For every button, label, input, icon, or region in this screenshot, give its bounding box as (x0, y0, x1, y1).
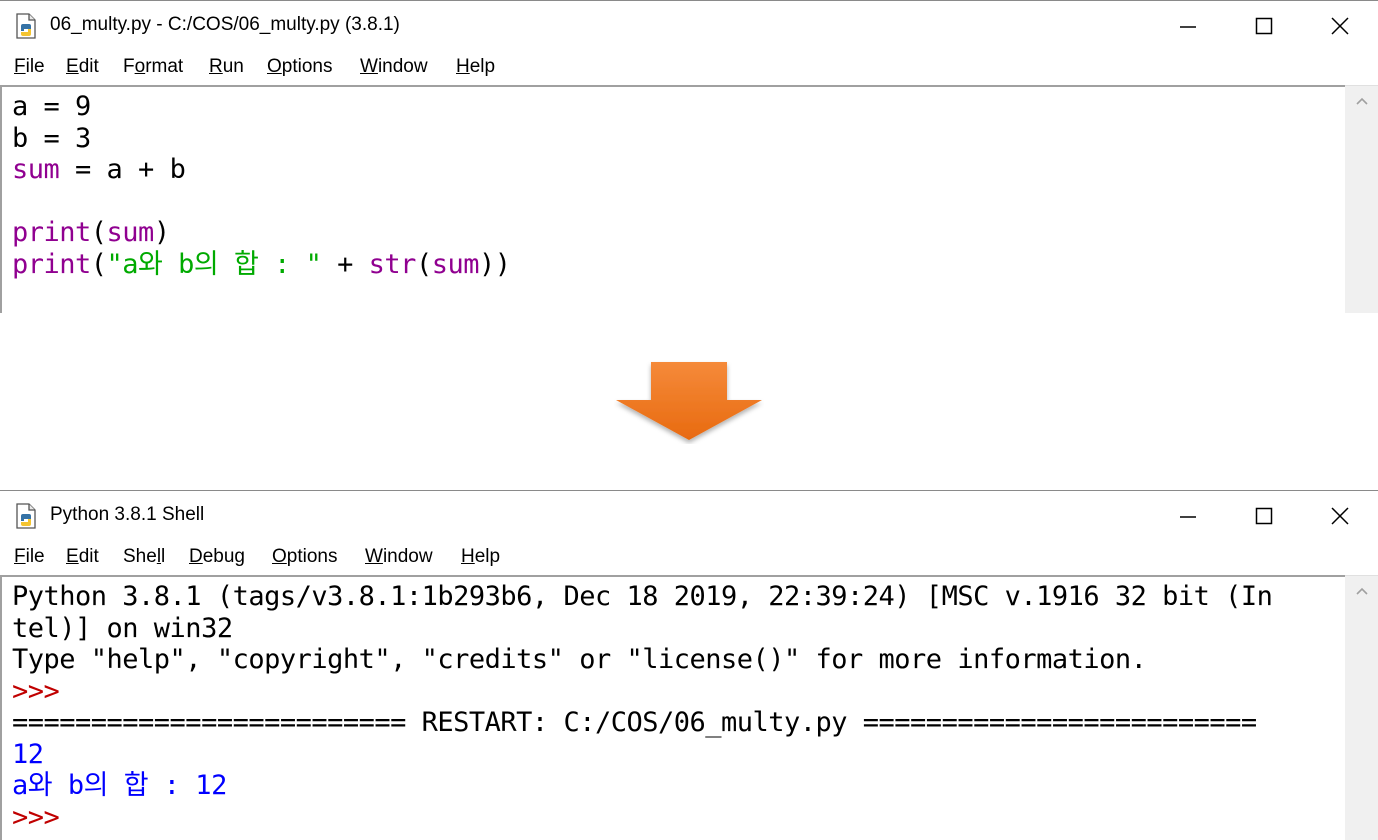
code-editor-area[interactable]: a = 9 b = 3 sum = a + b print(sum) print… (0, 85, 1345, 313)
menu-options[interactable]: Options (272, 546, 337, 568)
restart-line: ========================= RESTART: C:/CO… (12, 707, 1257, 738)
chevron-up-icon (1355, 587, 1368, 595)
menu-help[interactable]: Help (456, 56, 495, 78)
editor-window: 06_multy.py - C:/COS/06_multy.py (3.8.1)… (0, 0, 1378, 313)
builtin-token: print (12, 217, 91, 248)
shell-scrollbar[interactable] (1345, 575, 1378, 840)
maximize-icon (1255, 17, 1273, 35)
banner-line: Python 3.8.1 (tags/v3.8.1:1b293b6, Dec 1… (12, 581, 1273, 612)
close-icon (1331, 17, 1349, 35)
shell-output-area[interactable]: Python 3.8.1 (tags/v3.8.1:1b293b6, Dec 1… (0, 575, 1345, 840)
editor-menubar: File Edit Format Run Options Window Help (0, 51, 1378, 85)
maximize-button[interactable] (1226, 1, 1302, 51)
builtin-token: print (12, 248, 91, 280)
shell-window: Python 3.8.1 Shell File Edit Shell Debug… (0, 490, 1378, 840)
window-title: 06_multy.py - C:/COS/06_multy.py (3.8.1) (50, 14, 400, 35)
builtin-token: sum (431, 248, 480, 280)
shell-prompt: >>> (12, 675, 76, 707)
minimize-button[interactable] (1150, 1, 1226, 51)
menu-debug[interactable]: Debug (189, 546, 245, 568)
close-icon (1331, 507, 1349, 525)
editor-scrollbar[interactable] (1345, 85, 1378, 313)
scroll-up-button[interactable] (1345, 576, 1378, 606)
stdout-line: 12 (12, 738, 44, 770)
code-line: a = 9 (12, 91, 91, 122)
menu-help[interactable]: Help (461, 546, 500, 568)
menu-file[interactable]: File (14, 56, 45, 78)
close-button[interactable] (1302, 1, 1378, 51)
menu-window[interactable]: Window (360, 56, 428, 78)
python-file-icon (16, 503, 36, 529)
menu-shell[interactable]: Shell (123, 546, 165, 568)
window-title: Python 3.8.1 Shell (50, 504, 205, 525)
arrow-down-icon (616, 362, 762, 440)
builtin-token: str (368, 248, 417, 280)
menu-options[interactable]: Options (267, 56, 332, 78)
shell-menubar: File Edit Shell Debug Options Window Hel… (0, 541, 1378, 575)
maximize-button[interactable] (1226, 491, 1302, 541)
minimize-icon (1180, 26, 1196, 28)
menu-window[interactable]: Window (365, 546, 433, 568)
close-button[interactable] (1302, 491, 1378, 541)
code-line: print("a와 b의 합 : " + str(sum)) (12, 248, 511, 280)
banner-line: Type "help", "copyright", "credits" or "… (12, 644, 1147, 675)
builtin-token: sum (12, 154, 60, 185)
banner-line: tel)] on win32 (12, 612, 233, 644)
shell-prompt: >>> (12, 801, 76, 833)
code-text: a = 9 b = 3 sum = a + b print(sum) print… (12, 91, 511, 280)
shell-titlebar[interactable]: Python 3.8.1 Shell (0, 491, 1378, 541)
menu-file[interactable]: File (14, 546, 45, 568)
code-line: sum = a + b (12, 154, 186, 185)
minimize-button[interactable] (1150, 491, 1226, 541)
chevron-up-icon (1355, 97, 1368, 105)
maximize-icon (1255, 507, 1273, 525)
code-line: print(sum) (12, 217, 170, 248)
shell-text: Python 3.8.1 (tags/v3.8.1:1b293b6, Dec 1… (12, 581, 1273, 833)
scroll-up-button[interactable] (1345, 86, 1378, 116)
builtin-token: sum (106, 217, 155, 248)
menu-edit[interactable]: Edit (66, 546, 99, 568)
stdout-line: a와 b의 합 : 12 (12, 770, 227, 801)
python-file-icon (16, 13, 36, 39)
menu-format[interactable]: Format (123, 56, 183, 78)
editor-titlebar[interactable]: 06_multy.py - C:/COS/06_multy.py (3.8.1) (0, 1, 1378, 51)
menu-edit[interactable]: Edit (66, 56, 99, 78)
menu-run[interactable]: Run (209, 56, 244, 78)
string-token: "a와 b의 합 : " (106, 248, 322, 280)
code-line: b = 3 (12, 122, 91, 154)
minimize-icon (1180, 516, 1196, 518)
